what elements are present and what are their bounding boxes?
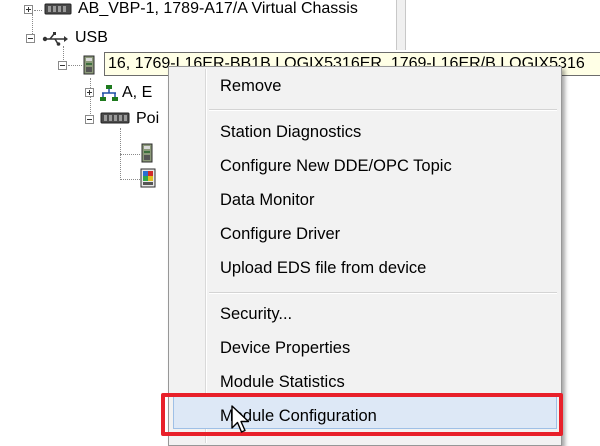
tree-item-virtual-chassis[interactable]: AB_VBP-1, 1789-A17/A Virtual Chassis: [78, 0, 358, 21]
tree-line: [120, 179, 140, 180]
tree-item-usb[interactable]: USB: [75, 26, 108, 50]
tree-line: [68, 65, 82, 66]
tree-line: [90, 78, 91, 120]
ethernet-network-icon: [100, 85, 118, 101]
tree-item-label: A, E: [122, 84, 153, 101]
tree-item-label: Poi: [136, 110, 160, 127]
tree-item-point-io[interactable]: Poi: [136, 107, 159, 131]
menu-item-upload-eds-file[interactable]: Upload EDS file from device: [220, 258, 426, 278]
expand-toggle[interactable]: [85, 88, 94, 97]
expand-toggle[interactable]: [24, 5, 33, 14]
collapse-toggle[interactable]: [26, 34, 35, 43]
menu-icon-gutter: [205, 69, 207, 443]
tree-item-network[interactable]: A, E: [122, 81, 152, 105]
menu-separator: [209, 109, 557, 111]
tree-line: [120, 154, 140, 155]
menu-item-station-diagnostics[interactable]: Station Diagnostics: [220, 122, 361, 142]
menu-item-data-monitor[interactable]: Data Monitor: [220, 190, 314, 210]
menu-separator: [209, 292, 557, 294]
menu-item-configure-driver[interactable]: Configure Driver: [220, 224, 340, 244]
menu-item-device-properties[interactable]: Device Properties: [220, 338, 350, 358]
annotation-highlight-box: [161, 393, 563, 436]
context-menu: Remove Station Diagnostics Configure New…: [168, 66, 562, 446]
collapse-toggle[interactable]: [58, 61, 67, 70]
usb-icon: [42, 32, 68, 46]
tree-item-label: AB_VBP-1, 1789-A17/A Virtual Chassis: [78, 0, 358, 17]
tree-line: [34, 10, 42, 11]
pane-splitter[interactable]: [396, 0, 406, 50]
mouse-pointer-icon: [231, 405, 250, 433]
menu-item-security[interactable]: Security...: [220, 304, 292, 324]
point-io-chassis-icon: [100, 112, 130, 124]
menu-item-remove[interactable]: Remove: [220, 76, 281, 96]
tree-item-label: USB: [75, 29, 108, 46]
menu-item-module-statistics[interactable]: Module Statistics: [220, 372, 345, 392]
chassis-icon: [44, 3, 72, 15]
collapse-toggle[interactable]: [85, 115, 94, 124]
controller-icon: [83, 55, 95, 75]
module-icon: [141, 143, 153, 163]
menu-item-configure-dde-opc-topic[interactable]: Configure New DDE/OPC Topic: [220, 156, 452, 176]
colored-module-icon: [140, 168, 156, 188]
